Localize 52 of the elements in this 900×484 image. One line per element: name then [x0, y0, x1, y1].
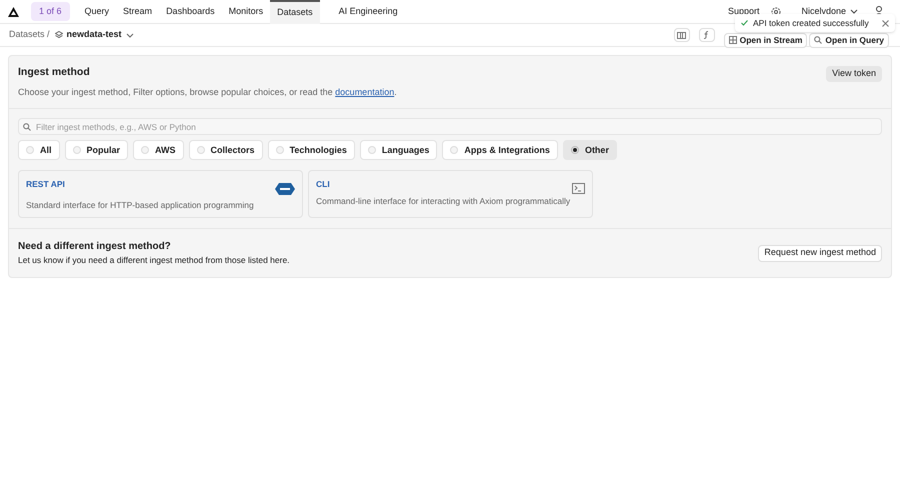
method-description: Command-line interface for interacting with Axiom programmatically	[316, 195, 572, 208]
nav-tab[interactable]: AI Engineering	[332, 0, 405, 24]
layers-icon	[54, 31, 63, 39]
chevron-icon	[126, 32, 134, 38]
page-counter: 1 of 6	[31, 2, 70, 22]
user-menu[interactable]: Nicelvdone	[801, 4, 858, 18]
toast-message: API token created successfully	[753, 16, 869, 30]
filter-chip[interactable]: Languages	[360, 140, 438, 160]
filter-chip[interactable]: Popular	[64, 140, 128, 160]
filter-chip[interactable]: Collectors	[188, 140, 263, 160]
function-button[interactable]	[698, 28, 715, 42]
terminal-icon	[572, 183, 585, 194]
method-card[interactable]: CLI Command-line interface for interacting with Axiom programmatically	[308, 170, 593, 218]
nav-tab[interactable]: Datasets	[270, 0, 320, 24]
columns-button[interactable]	[674, 28, 690, 42]
breadcrumb-root[interactable]: Datasets /	[9, 28, 50, 42]
method-description: Standard interface for HTTP-based application programming	[26, 199, 255, 212]
settings-icon[interactable]	[771, 6, 782, 16]
hexagon-icon	[275, 183, 295, 196]
search-icon	[23, 122, 31, 131]
section-description: Choose your ingest method, Filter options, browse popular choices, or read the documentation.	[18, 86, 397, 99]
logo-icon[interactable]	[8, 6, 19, 16]
chevron-icon	[850, 9, 858, 14]
method-name: REST API	[26, 178, 65, 191]
user-icon[interactable]	[874, 6, 884, 17]
method-name: CLI	[316, 178, 330, 191]
section-title: Ingest method	[18, 65, 91, 80]
filter-chip[interactable]: Technologies	[268, 140, 355, 160]
filter-chip[interactable]: All	[18, 140, 60, 160]
filter-chip[interactable]: Other	[562, 140, 617, 160]
dataset-selector[interactable]: newdata-test	[54, 28, 134, 42]
action-button[interactable]: Open in Query	[809, 32, 889, 48]
documentation-link[interactable]: documentation	[335, 86, 394, 97]
nav-tab[interactable]: Stream	[116, 0, 160, 24]
filter-chip[interactable]: Apps & Integrations	[442, 140, 558, 160]
nav-tab[interactable]: Query	[78, 0, 116, 24]
method-card[interactable]: REST API Standard interface for HTTP-based application programming	[18, 170, 303, 218]
action-button[interactable]: Open in Stream	[724, 32, 808, 48]
filter-chip[interactable]: AWS	[133, 140, 184, 160]
function-icon	[703, 31, 710, 39]
search-field[interactable]: Filter ingest methods, e.g., AWS or Python	[18, 118, 882, 136]
nav-tab[interactable]: Monitors	[222, 0, 270, 24]
close-icon[interactable]	[882, 20, 889, 26]
request-title: Need a different ingest method?	[18, 240, 172, 254]
check-icon	[741, 20, 748, 26]
grid-icon	[728, 36, 737, 44]
nav-tab[interactable]: Dashboards	[159, 0, 222, 24]
request-description: Let us know if you need a different ingest method from those listed here.	[18, 254, 290, 267]
columns-icon	[677, 32, 686, 38]
search-icon	[814, 36, 822, 44]
request-method-button[interactable]: Request new ingest method	[758, 244, 882, 262]
view-token-button[interactable]: View token	[826, 66, 882, 82]
